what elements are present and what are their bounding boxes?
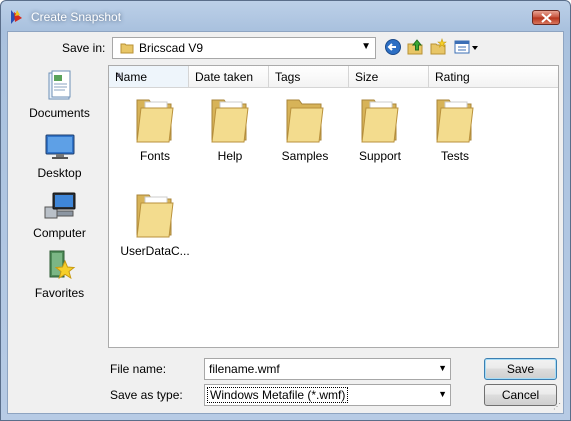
file-name-label: File name: bbox=[110, 362, 167, 376]
place-label: Documents bbox=[29, 106, 90, 120]
file-name-input[interactable]: filename.wmf ▼ bbox=[204, 358, 451, 380]
cancel-button[interactable]: Cancel bbox=[484, 384, 557, 406]
column-header-size[interactable]: Size bbox=[349, 66, 429, 87]
column-header-tags[interactable]: Tags bbox=[269, 66, 349, 87]
place-desktop[interactable]: Desktop bbox=[12, 129, 107, 187]
save-in-dropdown[interactable]: Bricscad V9 ▼ bbox=[112, 37, 376, 59]
chevron-down-icon: ▼ bbox=[361, 41, 371, 52]
save-in-value: Bricscad V9 bbox=[139, 41, 204, 55]
place-documents[interactable]: Documents bbox=[12, 69, 107, 127]
column-header-date-taken[interactable]: Date taken bbox=[189, 66, 269, 87]
close-icon bbox=[541, 13, 552, 23]
column-header-bar: Name ▲ Date taken Tags Size Rating bbox=[109, 66, 558, 88]
up-folder-icon[interactable] bbox=[406, 38, 426, 56]
title-bar[interactable]: Create Snapshot bbox=[1, 1, 570, 31]
folder-label: Samples bbox=[281, 149, 329, 163]
folder-item-samples[interactable]: Samples bbox=[265, 94, 345, 184]
save-in-label: Save in: bbox=[62, 41, 106, 55]
file-name-value: filename.wmf bbox=[209, 362, 280, 376]
dialog-window: Create Snapshot Save in: Bricscad V9 ▼ D… bbox=[0, 0, 571, 421]
column-label: Date taken bbox=[195, 70, 254, 84]
folder-icon bbox=[361, 99, 399, 143]
place-label: Favorites bbox=[34, 286, 85, 300]
computer-icon bbox=[44, 192, 76, 219]
folder-label: UserDataC... bbox=[120, 244, 190, 258]
desktop-icon bbox=[45, 134, 75, 159]
sort-ascending-icon: ▲ bbox=[115, 70, 123, 79]
dialog-client-area: Save in: Bricscad V9 ▼ Documents Desktop… bbox=[7, 31, 564, 414]
resize-grip-icon[interactable]: ⋰ bbox=[553, 402, 561, 411]
folder-item-support[interactable]: Support bbox=[340, 94, 420, 184]
save-as-type-select[interactable]: Windows Metafile (*.wmf) ▼ bbox=[204, 384, 451, 406]
folder-icon bbox=[286, 99, 324, 143]
folder-icon bbox=[211, 99, 249, 143]
column-header-name[interactable]: Name ▲ bbox=[109, 66, 189, 87]
folder-item-fonts[interactable]: Fonts bbox=[115, 94, 195, 184]
folder-label: Help bbox=[217, 149, 243, 163]
column-label: Size bbox=[355, 70, 379, 84]
documents-icon bbox=[48, 70, 71, 100]
place-computer[interactable]: Computer bbox=[12, 189, 107, 247]
place-favorites[interactable]: Favorites bbox=[12, 249, 107, 307]
save-button[interactable]: Save bbox=[484, 358, 557, 380]
folder-label: Fonts bbox=[139, 149, 170, 163]
favorites-icon bbox=[49, 250, 76, 280]
folder-icon bbox=[436, 99, 474, 143]
folder-item-help[interactable]: Help bbox=[190, 94, 270, 184]
new-folder-icon[interactable] bbox=[429, 38, 449, 56]
place-label: Desktop bbox=[37, 166, 82, 180]
folder-item-userdata[interactable]: UserDataC... bbox=[115, 189, 195, 279]
column-label: Rating bbox=[435, 70, 470, 84]
place-label: Computer bbox=[33, 226, 86, 240]
places-bar: Documents Desktop Computer Favorites bbox=[12, 65, 107, 345]
column-label: Tags bbox=[275, 70, 301, 84]
folder-label: Tests bbox=[440, 149, 469, 163]
window-title: Create Snapshot bbox=[31, 10, 122, 24]
folder-item-tests[interactable]: Tests bbox=[415, 94, 495, 184]
chevron-down-icon: ▼ bbox=[438, 363, 447, 373]
back-icon[interactable] bbox=[384, 38, 404, 56]
folder-icon bbox=[136, 194, 174, 238]
save-as-type-value: Windows Metafile (*.wmf) bbox=[207, 387, 349, 403]
save-as-type-label: Save as type: bbox=[110, 388, 183, 402]
column-header-rating[interactable]: Rating bbox=[429, 66, 558, 87]
folder-icon bbox=[120, 43, 134, 54]
folder-label: Support bbox=[358, 149, 402, 163]
file-list-view[interactable]: Name ▲ Date taken Tags Size Rating Fonts… bbox=[108, 65, 559, 348]
chevron-down-icon: ▼ bbox=[438, 389, 447, 399]
close-button[interactable] bbox=[532, 10, 560, 25]
bricscad-app-icon bbox=[11, 10, 22, 24]
view-menu-icon[interactable] bbox=[453, 38, 479, 56]
folder-icon bbox=[136, 99, 174, 143]
